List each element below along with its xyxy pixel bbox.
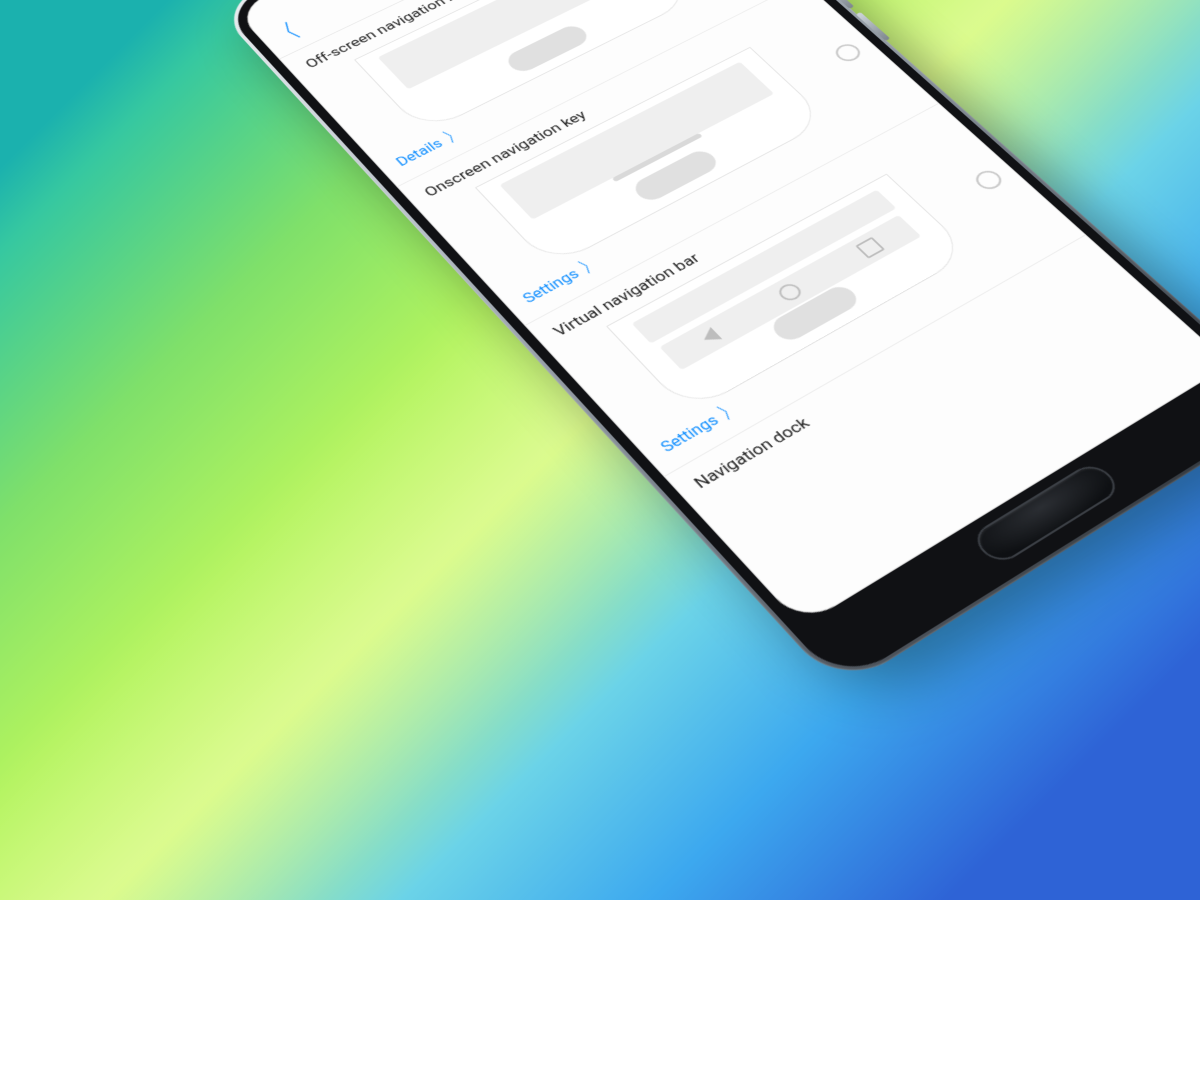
nav-home-icon <box>775 281 805 304</box>
scene: N 1:12 〈 System navigation <box>0 0 1200 900</box>
chevron-right-icon: 〉 <box>577 256 600 274</box>
nav-back-icon <box>698 327 722 346</box>
nav-recent-icon <box>855 237 885 259</box>
back-button[interactable]: 〈 <box>263 16 312 51</box>
phone-mockup: N 1:12 〈 System navigation <box>215 0 1200 691</box>
chevron-right-icon: 〉 <box>442 127 464 144</box>
radio-unselected[interactable] <box>971 167 1006 192</box>
settings-list[interactable]: Off-screen navigation button Details 〉 <box>279 0 1200 627</box>
chevron-left-icon: 〈 <box>272 22 303 46</box>
radio-unselected[interactable] <box>831 41 865 64</box>
phone-screen: N 1:12 〈 System navigation <box>234 0 1200 627</box>
chevron-right-icon: 〉 <box>716 401 740 421</box>
